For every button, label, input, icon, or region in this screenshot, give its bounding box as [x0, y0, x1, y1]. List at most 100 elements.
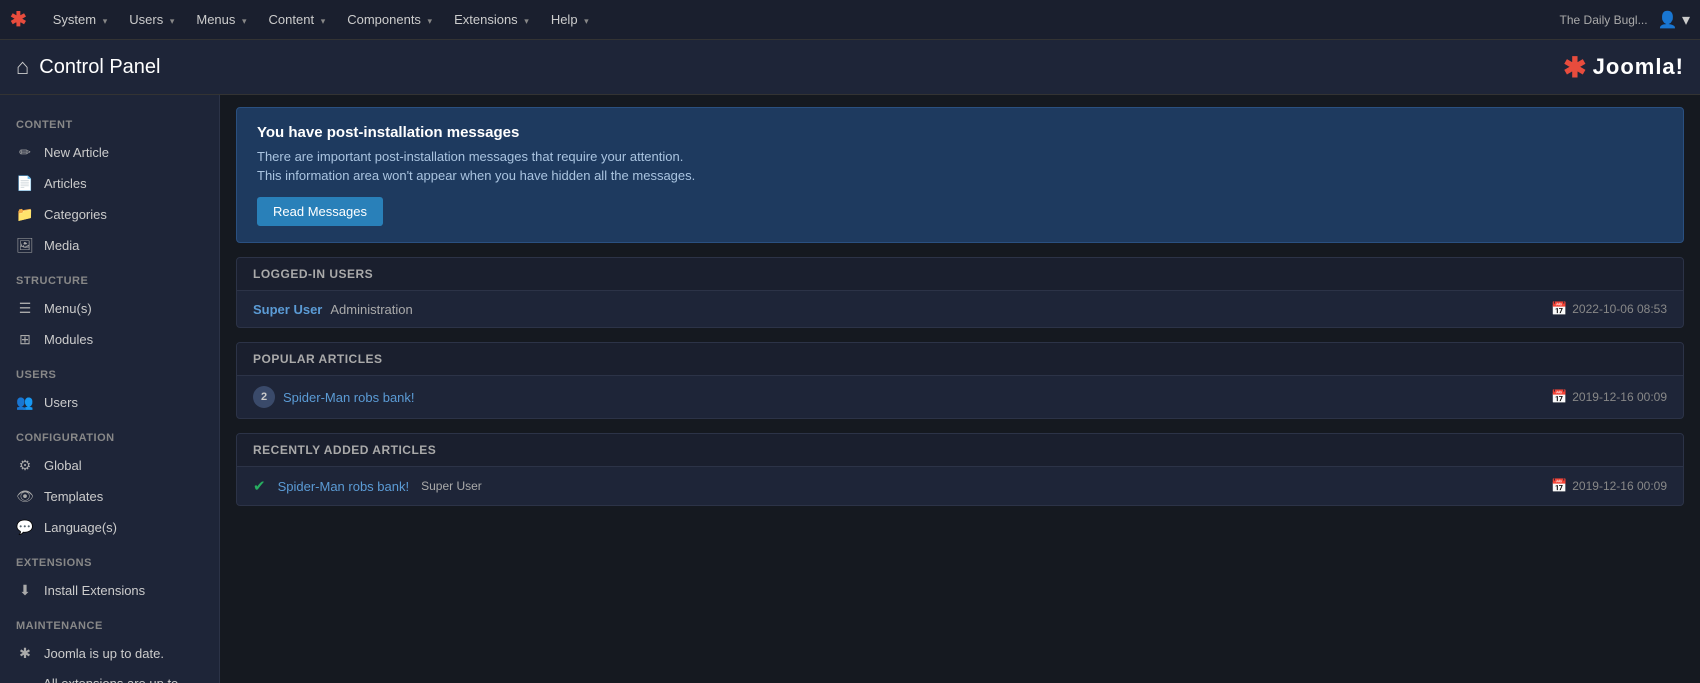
sidebar-item-label: New Article [44, 145, 109, 160]
user-login-date: 2022-10-06 08:53 [1572, 302, 1667, 316]
nav-content[interactable]: Content ▾ [259, 8, 336, 31]
article-rank-badge: 2 [253, 386, 275, 408]
sidebar-item-label: Language(s) [44, 520, 117, 535]
sidebar-item-label: Media [44, 238, 79, 253]
sidebar-item-label: Global [44, 458, 82, 473]
nav-help[interactable]: Help ▾ [541, 8, 599, 31]
top-nav: ✱ System ▾ Users ▾ Menus ▾ Content ▾ Com… [0, 0, 1700, 40]
section-structure: STRUCTURE [0, 261, 219, 293]
menus-icon: ☰ [16, 300, 34, 317]
sidebar-item-new-article[interactable]: ✏ New Article [0, 137, 219, 168]
nav-components[interactable]: Components ▾ [337, 8, 442, 31]
nav-menus[interactable]: Menus ▾ [186, 8, 256, 31]
popular-article-link[interactable]: Spider-Man robs bank! [283, 390, 415, 405]
recently-added-panel: RECENTLY ADDED ARTICLES ✔ Spider-Man rob… [236, 433, 1684, 506]
nav-users[interactable]: Users ▾ [119, 8, 184, 31]
sidebar-item-languages[interactable]: 💬 Language(s) [0, 512, 219, 543]
recent-article-link[interactable]: Spider-Man robs bank! [278, 479, 410, 494]
user-date: 📅 2022-10-06 08:53 [1551, 301, 1667, 317]
sidebar-item-global[interactable]: ⚙ Global [0, 450, 219, 481]
sidebar-item-joomla-update[interactable]: ✱ Joomla is up to date. [0, 638, 219, 669]
sidebar-item-modules[interactable]: ⊞ Modules [0, 324, 219, 355]
logged-in-users-panel: LOGGED-IN USERS Super User Administratio… [236, 257, 1684, 328]
joomla-brand-text: Joomla! [1593, 54, 1684, 80]
nav-items: System ▾ Users ▾ Menus ▾ Content ▾ Compo… [43, 8, 1560, 31]
languages-icon: 💬 [16, 519, 34, 536]
recently-added-row: ✔ Spider-Man robs bank! Super User 📅 201… [237, 467, 1683, 505]
joomla-update-icon: ✱ [16, 645, 34, 662]
article-info: 2 Spider-Man robs bank! [253, 386, 415, 408]
sidebar-item-media[interactable]: 🖼 Media [0, 230, 219, 261]
recently-added-header: RECENTLY ADDED ARTICLES [237, 434, 1683, 467]
pencil-icon: ✏ [16, 144, 34, 161]
joomla-nav-logo: ✱ [10, 7, 27, 32]
sidebar-item-extensions-update[interactable]: ☆ All extensions are up to date. [0, 669, 219, 683]
sidebar-item-articles[interactable]: 📄 Articles [0, 168, 219, 199]
users-icon: 👥 [16, 394, 34, 411]
nav-system[interactable]: System ▾ [43, 8, 118, 31]
main-content: You have post-installation messages Ther… [220, 95, 1700, 683]
sidebar-item-categories[interactable]: 📁 Categories [0, 199, 219, 230]
recent-article-date: 📅 2019-12-16 00:09 [1551, 478, 1667, 494]
sidebar-item-label: All extensions are up to date. [43, 676, 203, 683]
popular-articles-panel: POPULAR ARTICLES 2 Spider-Man robs bank!… [236, 342, 1684, 419]
check-icon: ✔ [253, 477, 266, 495]
sidebar-item-templates[interactable]: 👁 Templates [0, 481, 219, 512]
sidebar-item-label: Menu(s) [44, 301, 92, 316]
calendar-icon: 📅 [1551, 301, 1567, 317]
calendar-icon: 📅 [1551, 389, 1567, 405]
sidebar-item-menus[interactable]: ☰ Menu(s) [0, 293, 219, 324]
sidebar-item-label: Articles [44, 176, 87, 191]
sidebar-item-label: Templates [44, 489, 103, 504]
sidebar-item-label: Joomla is up to date. [44, 646, 164, 661]
site-link[interactable]: The Daily Bugl... [1560, 13, 1648, 27]
post-install-messages: You have post-installation messages Ther… [236, 107, 1684, 243]
sidebar-item-users[interactable]: 👥 Users [0, 387, 219, 418]
sidebar-item-label: Install Extensions [44, 583, 145, 598]
section-content: CONTENT [0, 105, 219, 137]
modules-icon: ⊞ [16, 331, 34, 348]
popular-article-date: 2019-12-16 00:09 [1572, 390, 1667, 404]
articles-icon: 📄 [16, 175, 34, 192]
recent-article-date-value: 2019-12-16 00:09 [1572, 479, 1667, 493]
superuser-link[interactable]: Super User [253, 302, 322, 317]
templates-icon: 👁 [16, 488, 34, 505]
joomla-brand: ✱ Joomla! [1563, 51, 1684, 84]
article-date: 📅 2019-12-16 00:09 [1551, 389, 1667, 405]
section-configuration: CONFIGURATION [0, 418, 219, 450]
install-icon: ⬇ [16, 582, 34, 599]
logged-in-user-row: Super User Administration 📅 2022-10-06 0… [237, 291, 1683, 327]
global-icon: ⚙ [16, 457, 34, 474]
popular-article-row: 2 Spider-Man robs bank! 📅 2019-12-16 00:… [237, 376, 1683, 418]
user-role: Administration [330, 302, 412, 317]
section-maintenance: MAINTENANCE [0, 606, 219, 638]
user-icon[interactable]: 👤 ▾ [1658, 10, 1690, 30]
recent-article-author: Super User [421, 479, 482, 493]
section-users: USERS [0, 355, 219, 387]
nav-extensions[interactable]: Extensions ▾ [444, 8, 539, 31]
sidebar-item-label: Users [44, 395, 78, 410]
sidebar-item-label: Modules [44, 332, 93, 347]
sidebar: CONTENT ✏ New Article 📄 Articles 📁 Categ… [0, 95, 220, 683]
post-install-desc2: This information area won't appear when … [257, 168, 1663, 183]
read-messages-button[interactable]: Read Messages [257, 197, 383, 226]
page-title: Control Panel [39, 56, 160, 79]
header-left: ⌂ Control Panel [16, 54, 160, 80]
nav-right: The Daily Bugl... 👤 ▾ [1560, 10, 1690, 30]
user-info: Super User Administration [253, 302, 413, 317]
home-icon[interactable]: ⌂ [16, 54, 29, 80]
header-bar: ⌂ Control Panel ✱ Joomla! [0, 40, 1700, 95]
layout: CONTENT ✏ New Article 📄 Articles 📁 Categ… [0, 95, 1700, 683]
post-install-title: You have post-installation messages [257, 124, 1663, 141]
post-install-desc1: There are important post-installation me… [257, 149, 1663, 164]
popular-articles-header: POPULAR ARTICLES [237, 343, 1683, 376]
categories-icon: 📁 [16, 206, 34, 223]
logged-in-users-header: LOGGED-IN USERS [237, 258, 1683, 291]
sidebar-item-label: Categories [44, 207, 107, 222]
joomla-brand-logo: ✱ [1563, 51, 1586, 84]
media-icon: 🖼 [16, 237, 34, 254]
calendar-icon: 📅 [1551, 478, 1567, 494]
section-extensions: EXTENSIONS [0, 543, 219, 575]
sidebar-item-install-extensions[interactable]: ⬇ Install Extensions [0, 575, 219, 606]
recent-article-info: ✔ Spider-Man robs bank! Super User [253, 477, 482, 495]
